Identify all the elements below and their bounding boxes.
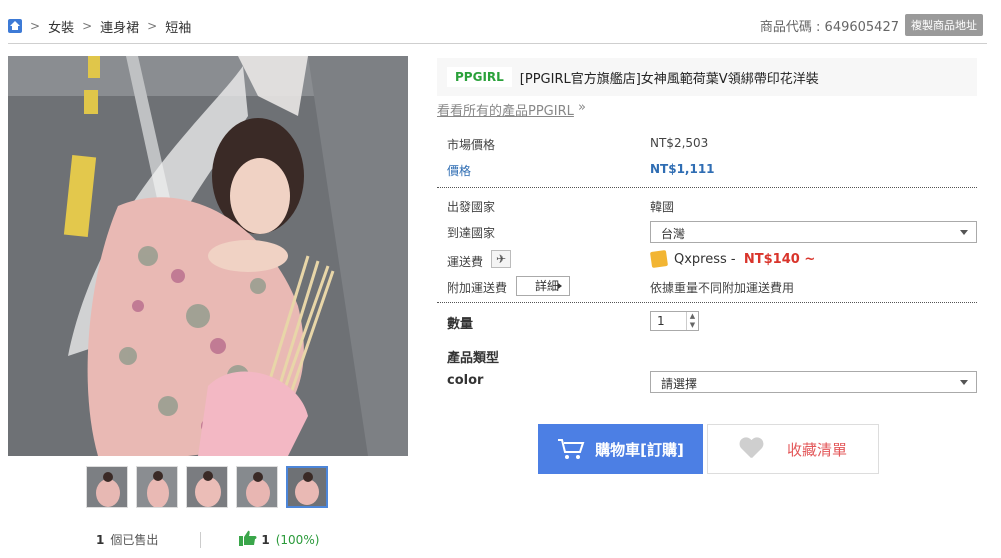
price-label: 價格	[447, 164, 472, 178]
package-icon	[649, 249, 669, 269]
wishlist-button-label: 收藏清單	[786, 440, 847, 459]
breadcrumb: > 女裝 > 連身裙 > 短袖	[8, 16, 191, 36]
cart-icon	[558, 439, 585, 459]
thumbnail-strip	[86, 466, 328, 508]
destination-select[interactable]: 台灣	[650, 221, 977, 243]
quantity-label: 數量	[447, 317, 474, 332]
breadcrumb-separator: >	[147, 19, 158, 33]
product-main-image[interactable]	[8, 56, 408, 456]
carrier-name: Qxpress -	[674, 252, 736, 267]
product-title: [PPGIRL官方旗艦店]女神風範荷葉V領綁帶印花洋裝	[519, 71, 819, 87]
thumbnail[interactable]	[186, 466, 228, 508]
divider	[437, 302, 977, 303]
see-all-products-link[interactable]: 看看所有的產品PPGIRL	[437, 100, 574, 119]
breadcrumb-item-dress[interactable]: 連身裙	[100, 17, 139, 36]
extra-shipping-note: 依據重量不同附加運送費用	[650, 281, 795, 295]
thumbs-up-icon	[239, 530, 257, 549]
heart-icon	[739, 438, 763, 460]
sales-stats: 1 個已售出 1 (100%)	[96, 530, 319, 549]
add-to-cart-button[interactable]: 購物車[訂購]	[538, 424, 703, 474]
likes-count: 1	[261, 532, 270, 547]
shipping-fee-label: 運送費	[447, 255, 484, 269]
sold-label: 個已售出	[110, 533, 159, 547]
thumbnail[interactable]	[86, 466, 128, 508]
stepper-arrows[interactable]: ▲ ▼	[686, 312, 698, 330]
product-title-box: PPGIRL [PPGIRL官方旗艦店]女神風範荷葉V領綁帶印花洋裝	[437, 58, 977, 96]
see-all-arrow: »	[578, 100, 586, 115]
breadcrumb-item-short-sleeve[interactable]: 短袖	[165, 17, 191, 36]
market-price-value: NT$2,503	[650, 136, 709, 150]
shipping-fee-value: NT$140 ~	[743, 252, 816, 267]
thumbnail[interactable]	[136, 466, 178, 508]
origin-label: 出發國家	[447, 200, 496, 214]
thumbnail-selected[interactable]	[286, 466, 328, 508]
airplane-icon[interactable]: ✈	[491, 250, 511, 268]
divider	[437, 187, 977, 188]
price-value: NT$1,111	[650, 162, 715, 176]
copy-url-button[interactable]: 複製商品地址	[905, 14, 983, 36]
product-code-area: 商品代碼 : 649605427 複製商品地址	[760, 14, 983, 36]
color-select[interactable]: 請選擇	[650, 371, 977, 393]
wishlist-button[interactable]: 收藏清單	[707, 424, 879, 474]
quantity-stepper[interactable]: 1 ▲ ▼	[650, 311, 699, 331]
product-type-label: 產品類型	[447, 351, 500, 366]
origin-value: 韓國	[650, 200, 675, 214]
color-label: color	[447, 373, 484, 388]
breadcrumb-item-women[interactable]: 女裝	[48, 17, 74, 36]
market-price-label: 市場價格	[447, 138, 496, 152]
shipping-detail-button[interactable]: 詳細	[516, 276, 570, 296]
product-code: 商品代碼 : 649605427	[759, 19, 899, 35]
quantity-value: 1	[657, 314, 665, 328]
brand-tag[interactable]: PPGIRL	[447, 67, 512, 87]
sold-count: 1	[96, 532, 105, 547]
divider	[8, 43, 987, 44]
destination-label: 到達國家	[447, 226, 496, 240]
home-icon[interactable]	[8, 19, 22, 33]
extra-shipping-label: 附加運送費	[447, 281, 508, 295]
breadcrumb-separator: >	[30, 19, 41, 33]
shipping-carrier-text: Qxpress - NT$140 ~	[674, 252, 815, 267]
likes-percent: (100%)	[275, 532, 320, 547]
breadcrumb-separator: >	[82, 19, 93, 33]
divider	[200, 531, 202, 548]
cart-button-label: 購物車[訂購]	[595, 440, 684, 459]
thumbnail[interactable]	[236, 466, 278, 508]
